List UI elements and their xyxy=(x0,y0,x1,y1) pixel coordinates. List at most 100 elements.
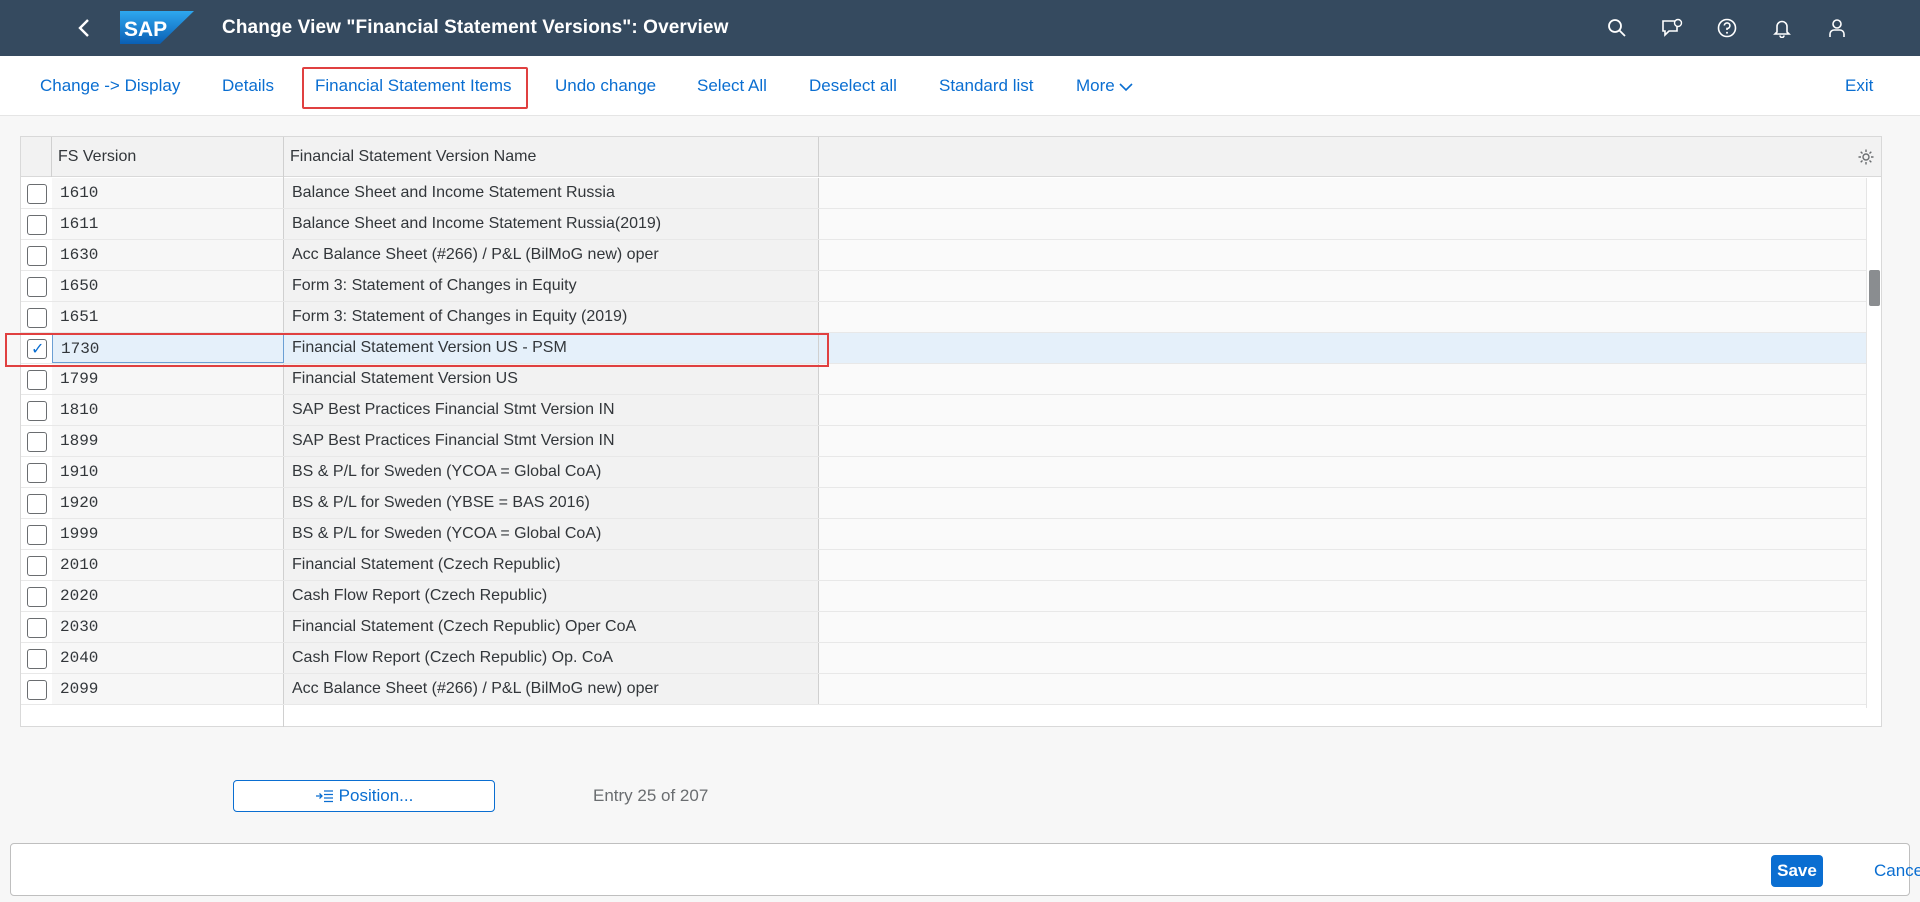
table-row[interactable]: 2020 Cash Flow Report (Czech Republic) xyxy=(21,581,1866,612)
row-filler xyxy=(819,178,1866,208)
fs-version-cell[interactable]: 1630 xyxy=(52,240,284,270)
fs-version-cell[interactable]: 2099 xyxy=(52,674,284,704)
back-button[interactable] xyxy=(70,14,98,42)
search-button[interactable] xyxy=(1603,14,1631,42)
row-checkbox[interactable] xyxy=(27,401,47,421)
row-checkbox[interactable] xyxy=(27,649,47,669)
fs-version-cell[interactable]: 2030 xyxy=(52,612,284,642)
table-row[interactable]: 2040 Cash Flow Report (Czech Republic) Op… xyxy=(21,643,1866,674)
row-filler xyxy=(819,395,1866,425)
fs-version-cell[interactable]: 1810 xyxy=(52,395,284,425)
shell-bar: SAP Change View "Financial Statement Ver… xyxy=(0,0,1920,56)
fs-version-name-cell: SAP Best Practices Financial Stmt Versio… xyxy=(284,426,819,456)
more-button[interactable]: More xyxy=(1076,56,1134,116)
row-checkbox[interactable] xyxy=(27,370,47,390)
fs-version-cell[interactable]: 1999 xyxy=(52,519,284,549)
fs-version-name-cell: Form 3: Statement of Changes in Equity xyxy=(284,271,819,301)
fs-version-name-cell: BS & P/L for Sweden (YCOA = Global CoA) xyxy=(284,519,819,549)
fs-version-cell[interactable]: 1650 xyxy=(52,271,284,301)
table-row[interactable]: 1799 Financial Statement Version US xyxy=(21,364,1866,395)
feedback-button[interactable] xyxy=(1658,14,1686,42)
vertical-scrollbar[interactable] xyxy=(1866,178,1881,708)
column-separator xyxy=(818,137,819,177)
row-checkbox[interactable] xyxy=(27,463,47,483)
fs-version-name-cell: Balance Sheet and Income Statement Russi… xyxy=(284,209,819,239)
exit-button[interactable]: Exit xyxy=(1845,56,1873,116)
table-row[interactable]: 1611 Balance Sheet and Income Statement R… xyxy=(21,209,1866,240)
fs-version-cell[interactable]: 1610 xyxy=(52,178,284,208)
row-checkbox[interactable] xyxy=(27,618,47,638)
table-row[interactable]: 1910 BS & P/L for Sweden (YCOA = Global C… xyxy=(21,457,1866,488)
fs-version-cell[interactable]: 2020 xyxy=(52,581,284,611)
row-checkbox[interactable] xyxy=(27,525,47,545)
row-filler xyxy=(819,271,1866,301)
table-header: FS Version Financial Statement Version N… xyxy=(21,137,1881,177)
footer-bar xyxy=(10,843,1910,896)
undo-change-button[interactable]: Undo change xyxy=(555,56,656,116)
cancel-button[interactable]: Cancel xyxy=(1874,855,1920,887)
row-checkbox[interactable] xyxy=(27,432,47,452)
fs-version-cell[interactable]: 1799 xyxy=(52,364,284,394)
row-checkbox[interactable] xyxy=(27,556,47,576)
row-selector xyxy=(21,302,52,332)
more-label: More xyxy=(1076,76,1115,95)
select-all-button[interactable]: Select All xyxy=(697,56,767,116)
row-selector xyxy=(21,581,52,611)
standard-list-button[interactable]: Standard list xyxy=(939,56,1034,116)
fs-version-name-cell: Financial Statement (Czech Republic) xyxy=(284,550,819,580)
row-selector xyxy=(21,674,52,704)
row-filler xyxy=(819,364,1866,394)
entry-counter: Entry 25 of 207 xyxy=(593,786,709,805)
table-row[interactable]: 2030 Financial Statement (Czech Republic)… xyxy=(21,612,1866,643)
details-button[interactable]: Details xyxy=(222,56,274,116)
row-checkbox[interactable] xyxy=(27,215,47,235)
table-row[interactable]: 1999 BS & P/L for Sweden (YCOA = Global C… xyxy=(21,519,1866,550)
fs-version-cell[interactable]: 1920 xyxy=(52,488,284,518)
table-row[interactable]: 1651 Form 3: Statement of Changes in Equi… xyxy=(21,302,1866,333)
column-header-fs-version[interactable]: FS Version xyxy=(58,137,136,177)
fs-version-cell[interactable]: 1611 xyxy=(52,209,284,239)
toolbar: Change -> Display Details Financial Stat… xyxy=(0,56,1920,116)
row-checkbox[interactable] xyxy=(27,184,47,204)
fs-version-cell[interactable]: 2010 xyxy=(52,550,284,580)
scroll-thumb[interactable] xyxy=(1869,270,1880,306)
row-filler xyxy=(819,209,1866,239)
row-checkbox[interactable] xyxy=(27,308,47,328)
row-checkbox[interactable] xyxy=(27,277,47,297)
table-row[interactable]: 2099 Acc Balance Sheet (#266) / P&L (BilM… xyxy=(21,674,1866,705)
row-selector xyxy=(21,612,52,642)
fs-version-cell[interactable]: 1910 xyxy=(52,457,284,487)
row-selector xyxy=(21,240,52,270)
change-display-button[interactable]: Change -> Display xyxy=(40,56,180,116)
table-settings-button[interactable] xyxy=(1857,148,1875,166)
table-row[interactable]: 1610 Balance Sheet and Income Statement R… xyxy=(21,178,1866,209)
selected-row-highlight xyxy=(5,333,829,367)
save-button[interactable]: Save xyxy=(1771,855,1823,887)
deselect-all-button[interactable]: Deselect all xyxy=(809,56,897,116)
row-checkbox[interactable] xyxy=(27,680,47,700)
fs-version-cell[interactable]: 1899 xyxy=(52,426,284,456)
help-button[interactable] xyxy=(1713,14,1741,42)
table-row[interactable]: 1920 BS & P/L for Sweden (YBSE = BAS 2016… xyxy=(21,488,1866,519)
row-selector xyxy=(21,550,52,580)
fs-version-name-cell: Acc Balance Sheet (#266) / P&L (BilMoG n… xyxy=(284,674,819,704)
row-filler xyxy=(819,457,1866,487)
position-button[interactable]: Position... xyxy=(233,780,495,812)
table-row[interactable]: 1630 Acc Balance Sheet (#266) / P&L (BilM… xyxy=(21,240,1866,271)
fs-version-cell[interactable]: 1651 xyxy=(52,302,284,332)
table-row[interactable]: 1650 Form 3: Statement of Changes in Equi… xyxy=(21,271,1866,302)
table-row[interactable]: 2010 Financial Statement (Czech Republic) xyxy=(21,550,1866,581)
row-checkbox[interactable] xyxy=(27,587,47,607)
row-filler xyxy=(819,488,1866,518)
notifications-button[interactable] xyxy=(1768,14,1796,42)
row-selector xyxy=(21,488,52,518)
fs-version-name-cell: Cash Flow Report (Czech Republic) xyxy=(284,581,819,611)
table-row[interactable]: 1899 SAP Best Practices Financial Stmt Ve… xyxy=(21,426,1866,457)
column-header-name[interactable]: Financial Statement Version Name xyxy=(290,137,536,177)
table-row[interactable]: 1810 SAP Best Practices Financial Stmt Ve… xyxy=(21,395,1866,426)
user-button[interactable] xyxy=(1823,14,1851,42)
row-checkbox[interactable] xyxy=(27,246,47,266)
row-checkbox[interactable] xyxy=(27,494,47,514)
help-icon xyxy=(1717,18,1737,38)
fs-version-cell[interactable]: 2040 xyxy=(52,643,284,673)
